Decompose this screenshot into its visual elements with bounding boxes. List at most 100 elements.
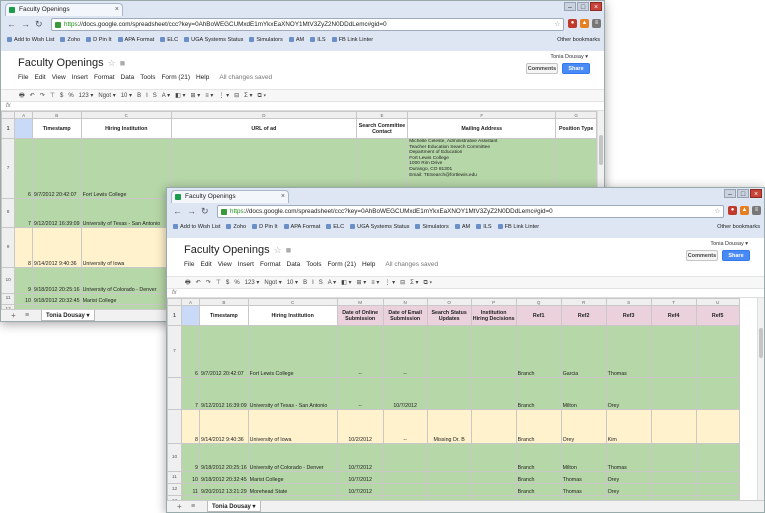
folder-icon[interactable]: ■ (120, 58, 125, 68)
toolbar-button[interactable]: 123 ▾ (245, 280, 260, 286)
menu-item-data[interactable]: Data (287, 261, 301, 268)
menu-item-insert[interactable]: Insert (72, 74, 88, 81)
table-cell[interactable]: 9/18/2012 20:25:16 (199, 443, 249, 472)
table-cell[interactable]: Branch (515, 483, 562, 496)
table-cell[interactable]: 10/2/2012 (336, 409, 384, 444)
menu-item-view[interactable]: View (218, 261, 232, 268)
column-header[interactable]: E (355, 111, 409, 119)
table-cell[interactable] (695, 471, 740, 484)
address-bar[interactable]: https://docs.google.com/spreadsheet/ccc?… (51, 18, 564, 31)
maximize-button[interactable]: □ (577, 2, 589, 11)
table-cell[interactable]: Milton (560, 377, 607, 410)
toolbar-button[interactable]: Σ ▾ (410, 280, 418, 286)
row-number[interactable]: 7 (167, 325, 182, 378)
toolbar-button[interactable]: 10 ▾ (121, 93, 132, 99)
menu-icon[interactable]: ≡ (592, 19, 601, 28)
user-name[interactable]: Tonia Dousay ▾ (710, 241, 748, 247)
toolbar-button[interactable]: 123 ▾ (79, 93, 94, 99)
menu-item-form-21[interactable]: Form (21) (161, 74, 190, 81)
table-cell[interactable] (470, 443, 517, 472)
other-bookmarks[interactable]: Other bookmarks (557, 33, 600, 47)
menu-item-edit[interactable]: Edit (200, 261, 211, 268)
bookmark-item[interactable]: UGA Systems Status (350, 220, 409, 234)
scrollbar-thumb[interactable] (759, 328, 763, 358)
header-cell[interactable]: Date of Online Submission (336, 305, 384, 326)
menu-item-data[interactable]: Data (121, 74, 135, 81)
bookmark-item[interactable]: APA Format (117, 33, 154, 47)
column-header[interactable]: R (560, 298, 607, 306)
extension-icon[interactable]: ● (568, 19, 577, 28)
table-cell[interactable] (650, 471, 697, 484)
table-cell[interactable]: -- (382, 409, 428, 444)
row-number[interactable]: 8 (1, 198, 16, 228)
table-cell[interactable] (650, 483, 697, 496)
column-header[interactable] (167, 298, 182, 306)
header-cell[interactable]: Timestamp (199, 305, 249, 326)
extension-icon[interactable]: ▲ (580, 19, 589, 28)
table-cell[interactable] (650, 325, 697, 378)
bookmark-item[interactable]: Add to Wish List (173, 220, 220, 234)
table-cell[interactable] (695, 443, 740, 472)
table-cell[interactable]: 7 (181, 377, 200, 410)
doc-title[interactable]: Faculty Openings (18, 57, 104, 69)
toolbar-button[interactable]: S (153, 93, 157, 99)
table-cell[interactable] (695, 377, 740, 410)
minimize-button[interactable]: – (724, 189, 736, 198)
table-cell[interactable]: Missing Dr. B (426, 409, 472, 444)
bookmark-item[interactable]: AM (454, 220, 470, 234)
table-cell[interactable]: Morehead State (247, 483, 338, 496)
table-cell[interactable] (695, 325, 740, 378)
column-header[interactable]: B (31, 111, 82, 119)
table-cell[interactable]: 10/7/2012 (382, 377, 428, 410)
menu-item-view[interactable]: View (52, 74, 66, 81)
table-cell[interactable]: 7 (14, 198, 33, 228)
row-number[interactable]: 10 (167, 443, 182, 472)
column-header[interactable]: S (605, 298, 652, 306)
header-cell[interactable]: Ref5 (695, 305, 740, 326)
back-arrow-icon[interactable]: ← (7, 19, 16, 29)
bookmark-item[interactable]: UGA Systems Status (184, 33, 243, 47)
table-cell[interactable]: -- (336, 377, 384, 410)
toolbar-button[interactable]: A ▾ (328, 280, 336, 286)
table-cell[interactable]: Branch (515, 409, 562, 444)
close-tab-icon[interactable]: × (281, 191, 285, 203)
bookmark-star-icon[interactable]: ☆ (714, 206, 720, 217)
table-cell[interactable] (382, 443, 428, 472)
forward-arrow-icon[interactable]: → (21, 19, 30, 29)
toolbar-button[interactable]: Ngot ▾ (264, 280, 281, 286)
table-cell[interactable]: Garcia (560, 325, 607, 378)
bookmark-item[interactable]: Simulators (415, 220, 449, 234)
table-cell[interactable] (426, 377, 472, 410)
toolbar-button[interactable]: ⋮ ▾ (384, 280, 395, 286)
table-cell[interactable]: 9/12/2012 16:39:09 (199, 377, 249, 410)
table-cell[interactable] (382, 483, 428, 496)
menu-item-tools[interactable]: Tools (140, 74, 155, 81)
table-cell[interactable]: Fort Lewis College (80, 138, 173, 199)
toolbar-button[interactable]: ⊞ ▾ (191, 93, 201, 99)
table-cell[interactable] (426, 483, 472, 496)
bookmark-item[interactable]: Add to Wish List (7, 33, 54, 47)
table-cell[interactable]: Fort Lewis College (247, 325, 338, 378)
column-header[interactable]: N (382, 298, 428, 306)
table-cell[interactable]: 10/7/2012 (336, 483, 384, 496)
column-header[interactable]: G (555, 111, 597, 119)
column-header[interactable]: O (426, 298, 472, 306)
table-cell[interactable] (470, 377, 517, 410)
toolbar-button[interactable]: ⊟ (400, 280, 405, 286)
toolbar-button[interactable]: ↷ (206, 280, 211, 286)
column-header[interactable]: B (199, 298, 249, 306)
sheet-list-icon[interactable]: ≡ (25, 310, 29, 321)
column-header[interactable]: U (695, 298, 740, 306)
table-cell[interactable]: Branch (515, 377, 562, 410)
toolbar-button[interactable]: % (234, 280, 239, 286)
star-icon[interactable]: ☆ (274, 245, 282, 255)
table-cell[interactable] (426, 443, 472, 472)
minimize-button[interactable]: – (564, 2, 576, 11)
user-name[interactable]: Tonia Dousay ▾ (550, 54, 588, 60)
toolbar-button[interactable]: B (303, 280, 307, 286)
toolbar-button[interactable]: $ (226, 280, 229, 286)
table-cell[interactable]: Branch (515, 443, 562, 472)
toolbar-button[interactable]: $ (60, 93, 63, 99)
bookmark-item[interactable]: APA Format (283, 220, 320, 234)
table-cell[interactable]: 10 (14, 292, 33, 305)
